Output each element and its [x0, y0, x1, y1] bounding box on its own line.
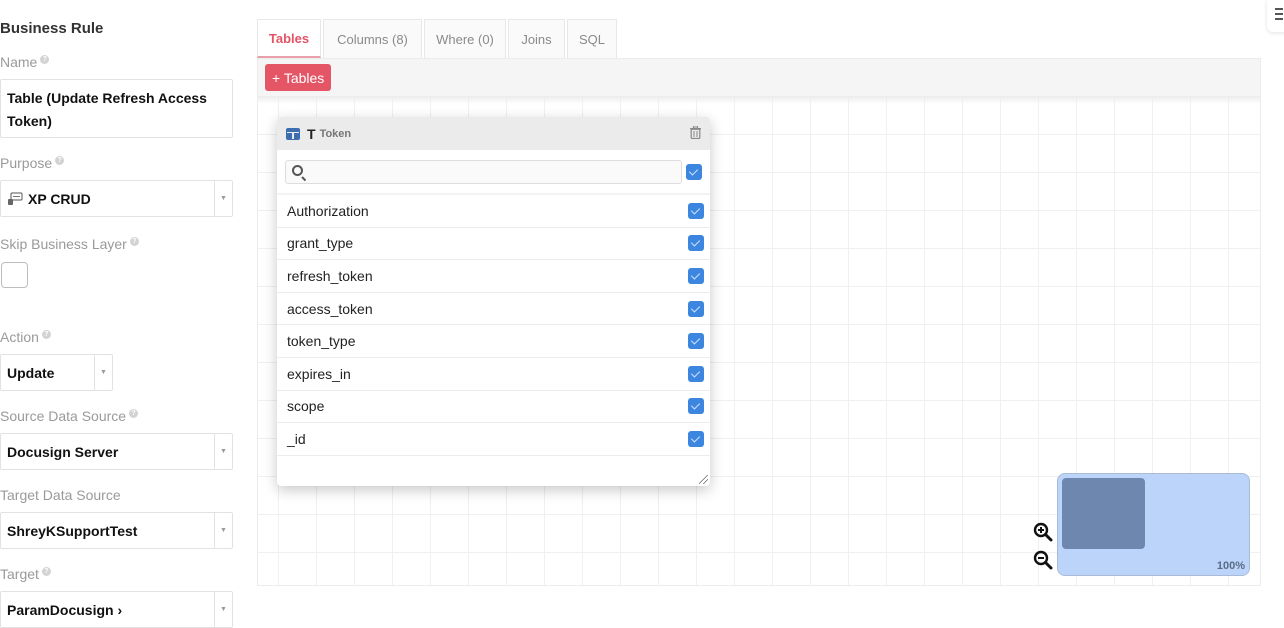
column-row[interactable]: _id: [277, 423, 710, 456]
section-title: Business Rule: [0, 20, 104, 37]
tab-sql[interactable]: SQL: [567, 19, 617, 58]
hamburger-icon: [1275, 8, 1283, 10]
chevron-down-icon[interactable]: ▼: [214, 181, 232, 216]
column-checkbox[interactable]: [688, 398, 704, 415]
column-name: scope: [287, 398, 325, 415]
table-card-header[interactable]: T Token: [277, 117, 710, 150]
column-checkbox[interactable]: [688, 235, 704, 252]
column-checkbox[interactable]: [688, 430, 704, 447]
target-data-source-label: Target Data Source: [0, 487, 121, 503]
column-name: _id: [287, 430, 306, 447]
column-search-input[interactable]: [285, 159, 682, 184]
zoom-out-icon[interactable]: [1033, 550, 1053, 570]
column-name: token_type: [287, 333, 356, 350]
chevron-down-icon[interactable]: ▼: [214, 592, 232, 627]
chevron-down-icon[interactable]: ▼: [214, 513, 232, 548]
table-card-token[interactable]: T Token Authorization grant_type refresh…: [277, 117, 710, 486]
column-list: Authorization grant_type refresh_token a…: [277, 195, 710, 456]
column-name: expires_in: [287, 365, 351, 382]
tab-columns[interactable]: Columns (8): [323, 19, 422, 58]
crud-icon: [7, 192, 23, 206]
help-icon[interactable]: ?: [55, 156, 65, 166]
menu-button[interactable]: [1267, 0, 1284, 32]
help-icon[interactable]: ?: [129, 409, 139, 419]
tab-bar: Tables Columns (8) Where (0) Joins SQL: [257, 19, 619, 58]
column-row[interactable]: scope: [277, 391, 710, 424]
column-checkbox[interactable]: [688, 365, 704, 382]
target-value: ParamDocusign ›: [7, 601, 123, 618]
column-name: access_token: [287, 300, 373, 317]
tables-toolbar: + Tables: [257, 58, 1261, 96]
purpose-value: XP CRUD: [28, 190, 91, 207]
target-label: Target?: [0, 566, 51, 582]
column-row[interactable]: refresh_token: [277, 260, 710, 293]
column-search-row: [277, 150, 710, 195]
column-name: refresh_token: [287, 267, 373, 284]
column-row[interactable]: expires_in: [277, 358, 710, 391]
trash-icon[interactable]: [690, 125, 701, 140]
column-checkbox[interactable]: [688, 267, 704, 284]
zoom-in-icon[interactable]: [1033, 522, 1053, 542]
action-label: Action?: [0, 329, 51, 345]
source-data-source-value: Docusign Server: [7, 443, 119, 460]
name-label: Name?: [0, 54, 50, 70]
tab-joins[interactable]: Joins: [508, 19, 565, 58]
column-name: grant_type: [287, 235, 354, 252]
column-checkbox[interactable]: [688, 202, 704, 219]
help-icon[interactable]: ?: [129, 237, 139, 247]
action-select[interactable]: Update ▼: [0, 354, 113, 391]
column-checkbox[interactable]: [688, 300, 704, 317]
name-input[interactable]: Table (Update Refresh Access Token): [0, 79, 233, 138]
column-row[interactable]: Authorization: [277, 195, 710, 228]
column-name: Authorization: [287, 202, 369, 219]
column-checkbox[interactable]: [688, 333, 704, 350]
resize-handle[interactable]: [699, 475, 708, 484]
zoom-level: 100%: [1216, 560, 1245, 572]
add-tables-button[interactable]: + Tables: [265, 64, 332, 91]
table-name: Token: [319, 127, 352, 140]
minimap-viewport[interactable]: [1062, 478, 1145, 549]
action-value: Update: [7, 364, 55, 381]
help-icon[interactable]: ?: [41, 330, 51, 340]
column-row[interactable]: access_token: [277, 293, 710, 326]
select-all-checkbox[interactable]: [686, 163, 702, 180]
target-select[interactable]: ParamDocusign › ▼: [0, 591, 233, 628]
purpose-select[interactable]: XP CRUD ▼: [0, 180, 233, 217]
chevron-down-icon[interactable]: ▼: [214, 434, 232, 469]
skip-business-layer-label: Skip Business Layer?: [0, 236, 139, 252]
source-data-source-select[interactable]: Docusign Server ▼: [0, 433, 233, 470]
column-row[interactable]: token_type: [277, 325, 710, 358]
table-type-letter: T: [307, 125, 316, 142]
purpose-label: Purpose?: [0, 155, 65, 171]
tab-where[interactable]: Where (0): [424, 19, 506, 58]
help-icon[interactable]: ?: [40, 55, 50, 65]
table-icon: [286, 127, 300, 140]
search-icon: [292, 164, 303, 176]
target-data-source-select[interactable]: ShreyKSupportTest ▼: [0, 512, 233, 549]
column-row[interactable]: grant_type: [277, 228, 710, 261]
skip-business-layer-checkbox[interactable]: [1, 262, 28, 288]
tab-tables[interactable]: Tables: [257, 19, 321, 58]
target-data-source-value: ShreyKSupportTest: [7, 522, 138, 539]
chevron-down-icon[interactable]: ▼: [94, 355, 112, 390]
minimap[interactable]: 100%: [1057, 473, 1250, 576]
help-icon[interactable]: ?: [41, 567, 51, 577]
source-data-source-label: Source Data Source?: [0, 408, 139, 424]
